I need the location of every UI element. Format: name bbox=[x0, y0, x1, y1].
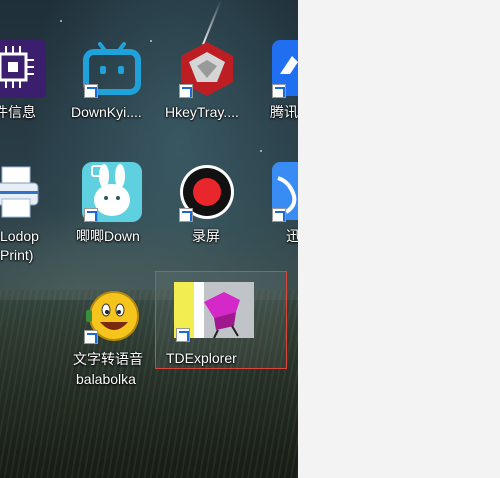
icon-label: 唧唧Down bbox=[76, 228, 140, 244]
icon-label: 录屏 bbox=[192, 228, 220, 244]
icon-label: TDExplorer bbox=[166, 350, 237, 366]
star bbox=[60, 20, 62, 22]
icon-label: HkeyTray.... bbox=[165, 104, 239, 120]
blank-area bbox=[298, 0, 500, 478]
icon-label-line2: balabolka bbox=[76, 371, 136, 387]
icon-label: 文字转语音 bbox=[73, 351, 143, 367]
icon-label: 件信息 bbox=[0, 104, 36, 120]
shortcut-arrow-icon bbox=[84, 84, 98, 98]
desktop-icon-tdexplorer[interactable]: TDExplorer bbox=[155, 271, 287, 369]
icon-label: 迅 bbox=[286, 228, 298, 244]
icon-label: 腾讯 bbox=[270, 104, 298, 120]
shortcut-arrow-icon bbox=[179, 208, 193, 222]
shortcut-arrow-icon bbox=[272, 208, 286, 222]
printer-icon bbox=[0, 165, 42, 221]
icon-label: Lodop bbox=[0, 228, 39, 244]
shortcut-arrow-icon bbox=[272, 84, 286, 98]
chip-icon bbox=[0, 40, 46, 98]
star bbox=[260, 150, 262, 152]
icon-label-line2: Print) bbox=[0, 247, 34, 263]
shortcut-arrow-icon bbox=[84, 208, 98, 222]
desktop: 件信息 DownKyi.... HkeyTray.... 腾讯 Lodop Pr… bbox=[0, 0, 298, 478]
shortcut-arrow-icon bbox=[179, 84, 193, 98]
shortcut-arrow-icon bbox=[84, 330, 98, 344]
icon-label: DownKyi.... bbox=[71, 104, 142, 120]
shortcut-arrow-icon bbox=[176, 328, 190, 342]
star bbox=[150, 40, 152, 42]
